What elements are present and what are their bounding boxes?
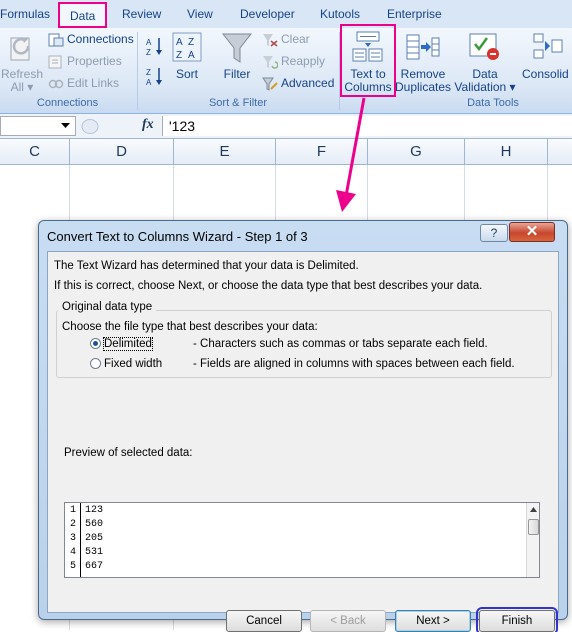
delimited-description: - Characters such as commas or tabs sepa… [193, 338, 488, 350]
consolidate-icon [533, 33, 563, 59]
next-button[interactable]: Next > [395, 610, 471, 632]
help-button[interactable]: ? [480, 224, 508, 242]
reapply-icon [263, 55, 279, 69]
tab-review[interactable]: Review [122, 7, 161, 21]
insert-function-icon[interactable]: fx [142, 117, 154, 133]
consolidate-label: Consolid [522, 67, 569, 81]
refresh-all-label-2: All ▾ [10, 80, 34, 94]
delimited-radio[interactable] [90, 338, 101, 350]
edit-links-label: Edit Links [67, 76, 120, 90]
name-box[interactable] [0, 116, 76, 136]
finish-button[interactable]: Finish [476, 607, 558, 632]
back-button[interactable]: < Back [310, 610, 386, 632]
ribbon-panel: Refresh All ▾ Connections Properties Edi… [0, 24, 572, 114]
convert-text-to-columns-dialog: Convert Text to Columns Wizard - Step 1 … [38, 220, 568, 632]
tab-formulas[interactable]: Formulas [0, 7, 50, 21]
preview-pane[interactable]: 1 123 2 560 3 205 4 531 5 667 [64, 502, 540, 578]
advanced-filter-button[interactable]: Advanced [262, 76, 334, 91]
properties-button[interactable]: Properties [48, 54, 122, 69]
connections-group-label: Connections [36, 97, 99, 109]
sort-z-to-a-icon[interactable]: Z A [146, 66, 166, 86]
remove-duplicates-icon [406, 34, 440, 60]
original-data-type-legend: Original data type [58, 301, 157, 313]
fixed-width-label[interactable]: Fixed width [104, 358, 162, 370]
wizard-message: The Text Wizard has determined that your… [54, 260, 359, 272]
edit-links-button[interactable]: Edit Links [48, 76, 119, 91]
sort-filter-group-label: Sort & Filter [208, 97, 268, 109]
tab-kutools[interactable]: Kutools [320, 7, 360, 21]
preview-label: Preview of selected data: [64, 447, 193, 459]
formula-bar-expander-icon[interactable] [80, 118, 100, 135]
preview-row: 3 205 [69, 533, 104, 544]
data-tools-group-label: Data Tools [467, 97, 519, 109]
column-header[interactable]: G [368, 139, 465, 165]
column-header[interactable]: D [70, 139, 174, 165]
column-header-row: C D E F G H [0, 139, 572, 165]
data-validation-label-2: Validation ▾ [454, 80, 516, 94]
sort-icon: A Z Z A [172, 32, 202, 62]
properties-icon [48, 55, 62, 69]
svg-text:Z: Z [188, 37, 194, 48]
preview-row: 5 667 [69, 561, 104, 572]
preview-row: 1 123 [69, 505, 104, 516]
svg-text:Z: Z [176, 50, 182, 61]
tab-view[interactable]: View [187, 7, 213, 21]
filter-funnel-icon [222, 33, 252, 63]
sort-a-to-z-icon[interactable]: A Z [146, 36, 166, 56]
connections-button[interactable]: Connections [48, 32, 134, 47]
scroll-up-icon[interactable] [530, 507, 537, 512]
clear-filter-icon [263, 33, 278, 47]
annotation-arrow-icon [336, 97, 366, 212]
column-header[interactable]: H [465, 139, 548, 165]
text-to-columns-highlight [340, 24, 396, 97]
svg-text:A: A [188, 50, 195, 61]
chevron-down-icon[interactable] [61, 123, 70, 129]
formula-bar: fx '123 [0, 114, 572, 139]
preview-row: 2 560 [69, 519, 104, 530]
ribbon-tab-bar: Formulas Data Review View Developer Kuto… [0, 0, 572, 28]
wizard-instruction: If this is correct, choose Next, or choo… [54, 280, 483, 292]
svg-text:Z: Z [146, 68, 151, 77]
scrollbar-thumb[interactable] [528, 519, 539, 535]
clear-filter-button[interactable]: Clear [262, 32, 310, 47]
connections-icon [48, 33, 64, 47]
advanced-label: Advanced [281, 76, 335, 90]
choose-file-type-label: Choose the file type that best describes… [62, 321, 318, 333]
delimited-label[interactable]: Delimited [103, 337, 153, 351]
column-header[interactable]: C [0, 139, 70, 165]
advanced-filter-icon [262, 77, 278, 91]
preview-scrollbar[interactable] [526, 503, 539, 577]
remove-duplicates-label-2: Duplicates [394, 80, 452, 94]
close-button[interactable]: ✕ [509, 222, 555, 242]
svg-text:A: A [176, 37, 183, 48]
svg-text:Z: Z [146, 48, 151, 56]
dialog-title: Convert Text to Columns Wizard - Step 1 … [47, 229, 308, 244]
fixed-width-option[interactable]: Fixed width - Fields are aligned in colu… [90, 358, 515, 370]
reapply-label: Reapply [281, 54, 326, 68]
data-validation-icon [469, 33, 499, 60]
column-header[interactable]: E [174, 139, 276, 165]
properties-label: Properties [67, 54, 122, 68]
refresh-all-icon [10, 37, 30, 61]
tab-data[interactable]: Data [58, 2, 108, 28]
clear-label: Clear [281, 32, 310, 46]
sort-label: Sort [175, 67, 198, 81]
svg-text:A: A [146, 78, 152, 86]
fixed-width-description: - Fields are aligned in columns with spa… [193, 358, 515, 370]
tab-enterprise[interactable]: Enterprise [387, 7, 442, 21]
tab-developer[interactable]: Developer [240, 7, 295, 21]
delimited-option[interactable]: Delimited - Characters such as commas or… [90, 337, 488, 351]
dialog-body: The Text Wizard has determined that your… [47, 251, 559, 632]
filter-label: Filter [223, 67, 251, 81]
svg-text:A: A [146, 38, 152, 47]
preview-row: 4 531 [69, 547, 104, 558]
reapply-button[interactable]: Reapply [262, 54, 325, 69]
edit-links-icon [48, 79, 64, 89]
connections-label: Connections [67, 32, 134, 46]
preview-separator [80, 503, 81, 577]
fixed-width-radio[interactable] [90, 358, 101, 370]
cancel-button[interactable]: Cancel [226, 610, 302, 632]
